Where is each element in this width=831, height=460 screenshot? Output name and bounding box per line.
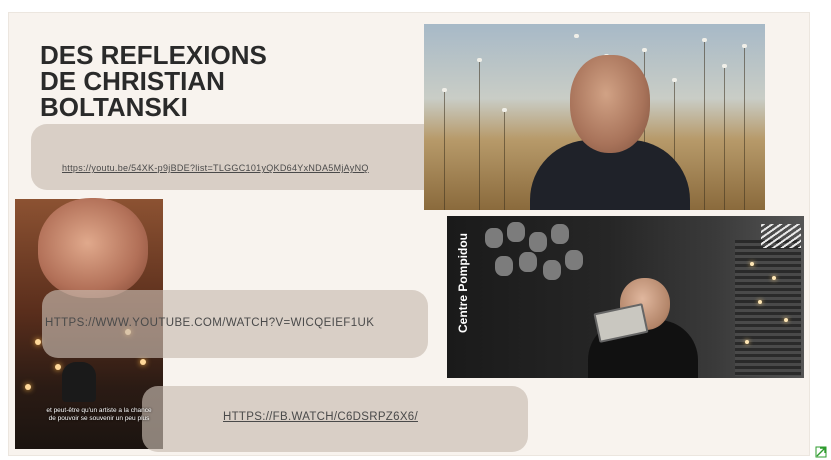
light-bulb bbox=[758, 300, 762, 304]
light-bulb bbox=[745, 340, 749, 344]
title-line: DE CHRISTIAN bbox=[40, 66, 225, 96]
light-bulb bbox=[784, 318, 788, 322]
youtube-short-link[interactable]: https://youtu.be/54XK-p9jBDE?list=TLGGC1… bbox=[62, 163, 369, 173]
link-background-pill bbox=[31, 124, 461, 190]
person-silhouette bbox=[62, 362, 96, 402]
facebook-watch-link[interactable]: HTTPS://FB.WATCH/C6DSRPZ6X6/ bbox=[223, 411, 418, 423]
expand-icon[interactable] bbox=[815, 446, 829, 458]
slide-title: DES REFLEXIONS DE CHRISTIAN BOLTANSKI bbox=[40, 42, 340, 120]
youtube-watch-link[interactable]: HTTPS://WWW.YOUTUBE.COM/WATCH?V=WICQEIEF… bbox=[45, 317, 374, 329]
subtitle-line: de pouvoir se souvenir un peu plus bbox=[48, 415, 150, 422]
title-line: BOLTANSKI bbox=[40, 92, 188, 122]
light-bulb bbox=[750, 262, 754, 266]
person-head bbox=[570, 55, 650, 153]
photo-wall bbox=[485, 222, 585, 302]
person-head bbox=[38, 198, 148, 298]
centre-pompidou-label: Centre Pompidou bbox=[456, 233, 470, 334]
archive-boxes bbox=[735, 240, 801, 376]
diagonal-lines-logo bbox=[761, 224, 801, 248]
title-line: DES REFLEXIONS bbox=[40, 40, 267, 70]
video-subtitle: et peut-être qu'un artiste a la chance d… bbox=[34, 407, 164, 423]
light-bulb bbox=[772, 276, 776, 280]
top-decoration-strip bbox=[0, 0, 831, 10]
subtitle-line: et peut-être qu'un artiste a la chance bbox=[46, 407, 152, 414]
